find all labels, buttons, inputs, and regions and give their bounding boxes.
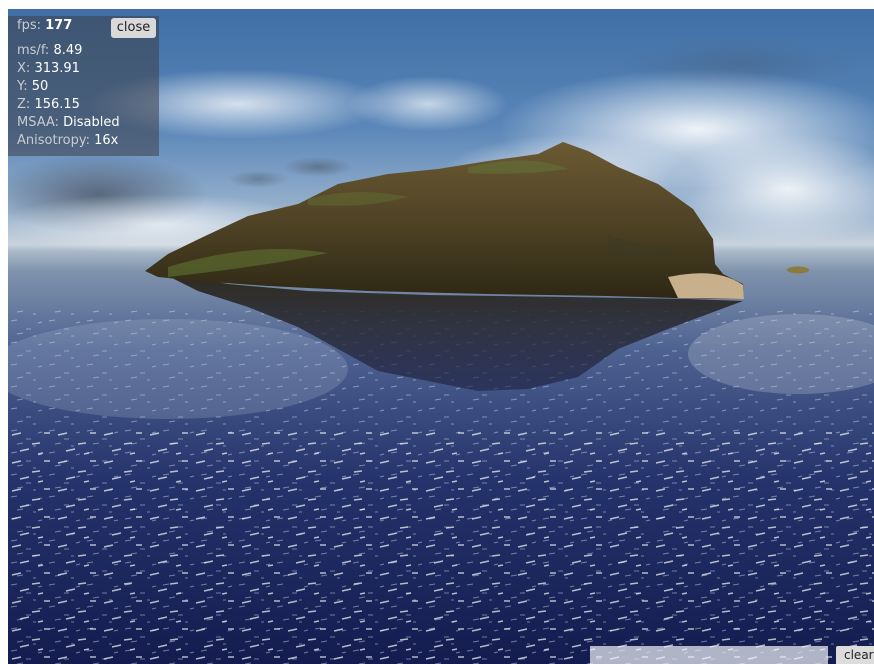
fps-readout: fps: 177 [17, 17, 72, 35]
stats-overlay: fps: 177 close ms/f: 8.49 X: 313.91 Y: 5… [8, 16, 159, 156]
z-readout: Z: 156.15 [17, 97, 80, 112]
fps-value: 177 [45, 18, 73, 33]
distant-rock [787, 266, 809, 274]
x-readout: X: 313.91 [17, 61, 80, 76]
fps-label: fps: [17, 18, 41, 33]
msaa-readout: MSAA: Disabled [17, 115, 120, 130]
anisotropy-readout: Anisotropy: 16x [17, 133, 119, 148]
close-button[interactable]: close [111, 18, 156, 38]
console-input[interactable] [590, 646, 828, 664]
clear-button[interactable]: clear [836, 646, 874, 664]
y-readout: Y: 50 [17, 79, 49, 94]
mspf-readout: ms/f: 8.49 [17, 43, 83, 58]
